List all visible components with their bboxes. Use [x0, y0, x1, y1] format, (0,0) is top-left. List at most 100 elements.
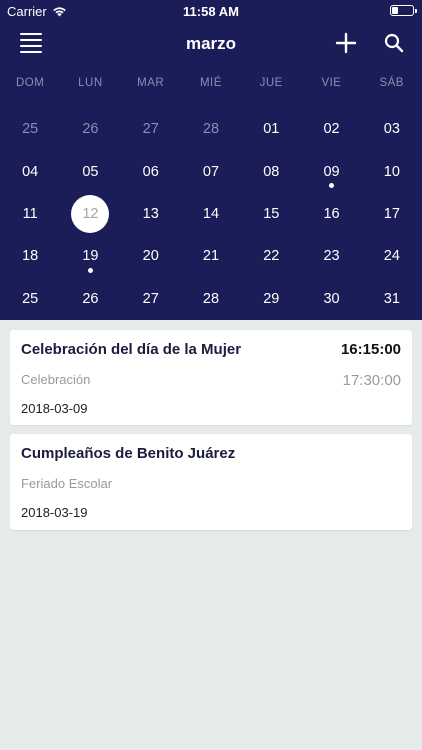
day-cell[interactable]: 27 [121, 108, 181, 150]
weekday-label: SÁB [379, 77, 404, 89]
day-number: 20 [142, 248, 159, 265]
day-cell[interactable]: 17 [362, 193, 422, 235]
day-cell[interactable]: 23 [301, 235, 361, 277]
day-cell[interactable]: 13 [121, 193, 181, 235]
day-number: 19 [82, 248, 99, 265]
day-cell[interactable]: 15 [241, 193, 301, 235]
day-number: 26 [82, 121, 99, 138]
day-number: 25 [22, 290, 39, 307]
day-number: 27 [142, 290, 159, 307]
day-cell[interactable]: 29 [241, 278, 301, 320]
day-cell[interactable]: 24 [362, 235, 422, 277]
day-cell[interactable]: 14 [181, 193, 241, 235]
day-cell[interactable]: 26 [60, 278, 120, 320]
event-card[interactable]: Celebración del día de la Mujer 16:15:00… [10, 330, 412, 425]
month-title: marzo [185, 34, 237, 53]
battery-level [392, 7, 398, 14]
day-cell[interactable]: 06 [121, 150, 181, 192]
day-number: 31 [383, 290, 400, 307]
event-end-time: 17:30:00 [342, 372, 401, 389]
day-number: 08 [263, 163, 280, 180]
day-number: 18 [22, 248, 39, 265]
weekday-label: VIE [321, 77, 342, 89]
day-cell[interactable]: 04 [0, 150, 60, 192]
weekday-label: DOM [15, 77, 45, 89]
day-number: 27 [142, 121, 159, 138]
weekday-header-row: DOM LUN MAR MIÉ JUE VIE SÁB [0, 77, 422, 97]
day-number: 21 [202, 248, 220, 265]
day-number: 09 [323, 163, 340, 180]
day-cell-selected[interactable]: 12 [60, 193, 120, 235]
day-number: 26 [82, 290, 99, 307]
day-cell[interactable]: 27 [121, 278, 181, 320]
day-cell[interactable]: 01 [241, 108, 301, 150]
day-number: 04 [22, 163, 39, 180]
calendar-grid: 25 26 27 28 01 02 03 04 05 06 07 08 09 10 11 12 13 14 15 16… [0, 108, 422, 320]
event-dot-indicator [87, 268, 93, 274]
event-list: Celebración del día de la Mujer 16:15:00… [10, 330, 412, 539]
day-number: 14 [202, 205, 220, 222]
status-bar: Carrier 11:58 AM [0, 0, 422, 22]
day-cell[interactable]: 28 [181, 278, 241, 320]
day-number: 22 [263, 248, 280, 265]
day-number: 29 [263, 290, 280, 307]
day-cell[interactable]: 16 [301, 193, 361, 235]
day-cell[interactable]: 28 [181, 108, 241, 150]
day-number: 23 [323, 248, 340, 265]
day-number: 03 [383, 121, 400, 138]
event-card[interactable]: Cumpleaños de Benito Juárez Feriado Esco… [10, 434, 412, 530]
day-cell[interactable]: 20 [121, 235, 181, 277]
day-cell[interactable]: 30 [301, 278, 361, 320]
event-title: Cumpleaños de Benito Juárez [21, 445, 236, 462]
day-cell[interactable]: 11 [0, 193, 60, 235]
magnifier-icon[interactable] [382, 31, 406, 55]
battery-tip [415, 9, 417, 13]
weekday-label: JUE [259, 77, 283, 89]
day-number: 28 [202, 121, 220, 138]
day-cell[interactable]: 05 [60, 150, 120, 192]
day-number: 12 [71, 194, 110, 233]
event-date: 2018-03-19 [21, 505, 88, 520]
status-time: 11:58 AM [183, 4, 239, 19]
day-number: 30 [323, 290, 340, 307]
weekday-label: MAR [137, 77, 165, 89]
day-cell[interactable]: 02 [301, 108, 361, 150]
day-cell[interactable]: 25 [0, 278, 60, 320]
battery-icon [390, 5, 417, 16]
day-number: 07 [202, 163, 220, 180]
day-number: 02 [323, 121, 340, 138]
day-number: 16 [323, 205, 340, 222]
day-cell[interactable]: 08 [241, 150, 301, 192]
day-number: 28 [202, 290, 220, 307]
day-cell[interactable]: 03 [362, 108, 422, 150]
day-cell[interactable]: 21 [181, 235, 241, 277]
event-type: Celebración [21, 372, 91, 387]
day-number: 11 [22, 205, 38, 222]
weekday-label: LUN [78, 77, 103, 89]
day-number: 10 [383, 163, 400, 180]
event-start-time: 16:15:00 [340, 341, 401, 358]
plus-icon[interactable] [334, 31, 358, 55]
day-cell[interactable]: 25 [0, 108, 60, 150]
nav-bar: marzo [0, 22, 422, 66]
event-title: Celebración del día de la Mujer [21, 341, 242, 358]
day-number: 25 [22, 121, 39, 138]
day-cell[interactable]: 22 [241, 235, 301, 277]
day-number: 01 [263, 121, 280, 138]
day-cell[interactable]: 09 [301, 150, 361, 192]
day-number: 24 [383, 248, 400, 265]
day-number: 05 [82, 163, 99, 180]
day-cell[interactable]: 07 [181, 150, 241, 192]
day-cell[interactable]: 26 [60, 108, 120, 150]
day-number: 17 [383, 205, 400, 222]
calendar-header: Carrier 11:58 AM marzo DOM LUN MAR MIÉ JUE VI… [0, 0, 422, 320]
day-number: 15 [263, 205, 280, 222]
day-cell[interactable]: 31 [362, 278, 422, 320]
event-dot-indicator [329, 183, 335, 189]
day-cell[interactable]: 18 [0, 235, 60, 277]
event-date: 2018-03-09 [21, 401, 88, 416]
weekday-label: MIÉ [199, 77, 222, 89]
day-cell[interactable]: 19 [60, 235, 120, 277]
event-type: Feriado Escolar [21, 476, 113, 491]
day-cell[interactable]: 10 [362, 150, 422, 192]
